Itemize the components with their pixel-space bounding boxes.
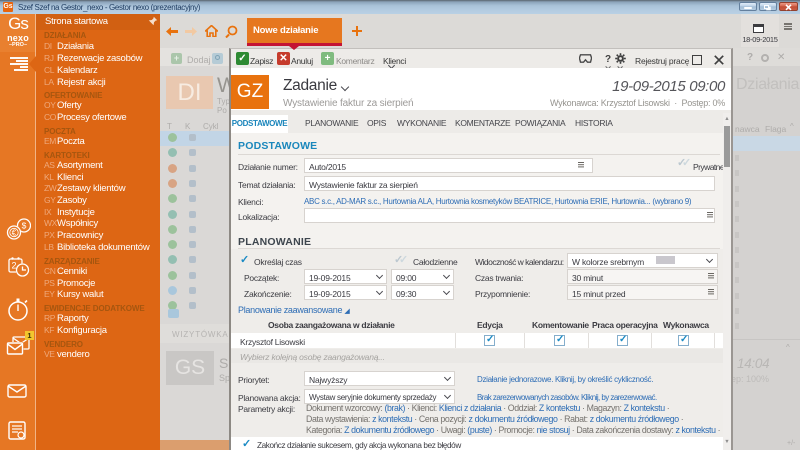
svg-text:€: € <box>12 229 17 238</box>
svg-text:2: 2 <box>11 261 16 271</box>
svg-text:$: $ <box>22 221 27 231</box>
